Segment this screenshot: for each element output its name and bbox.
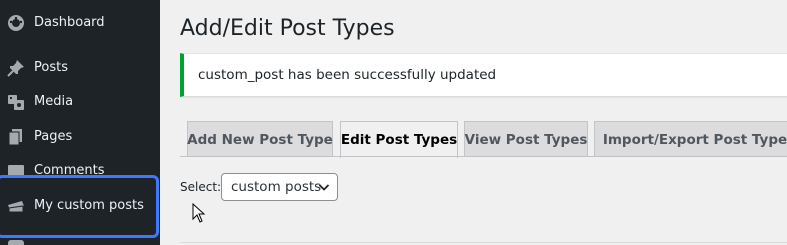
sidebar-item-label: Comments — [34, 163, 105, 178]
notice-message: custom_post has been successfully update… — [198, 67, 497, 83]
main-content: Add/Edit Post Types custom_post has been… — [160, 0, 787, 245]
pages-icon — [7, 128, 25, 146]
custom-posts-icon — [7, 197, 25, 215]
truncated-menu-icon — [8, 240, 24, 245]
tab-edit-post-types[interactable]: Edit Post Types — [340, 121, 458, 158]
select-value: custom posts — [231, 179, 322, 195]
sidebar-item-label: Media — [34, 94, 74, 109]
success-notice: custom_post has been successfully update… — [180, 53, 787, 97]
sidebar-item-posts[interactable]: Posts — [0, 51, 160, 85]
select-label: Select: — [180, 180, 222, 194]
sidebar-item-dashboard[interactable]: Dashboard — [0, 6, 160, 40]
tab-view-post-types[interactable]: View Post Types — [464, 121, 588, 157]
pin-icon — [7, 59, 25, 77]
post-type-select[interactable]: custom posts — [221, 173, 338, 201]
admin-sidebar: Dashboard Posts Media Pages Comments My … — [0, 0, 160, 245]
media-icon — [7, 93, 25, 111]
tab-import-export-post-types[interactable]: Import/Export Post Types — [594, 121, 787, 157]
sidebar-item-label: Pages — [34, 129, 73, 144]
tab-bar: Add New Post Type Edit Post Types View P… — [180, 121, 787, 158]
comments-icon — [7, 162, 25, 180]
sidebar-item-label: Posts — [34, 60, 68, 75]
tab-divider — [180, 156, 787, 157]
sidebar-item-label: Dashboard — [34, 15, 105, 30]
sidebar-item-comments[interactable]: Comments — [0, 154, 160, 188]
page-title: Add/Edit Post Types — [180, 16, 395, 41]
sidebar-item-my-custom-posts[interactable]: My custom posts — [0, 189, 160, 223]
sidebar-item-label: My custom posts — [34, 198, 144, 213]
chevron-down-icon — [318, 181, 330, 193]
sidebar-item-media[interactable]: Media — [0, 85, 160, 119]
tab-add-new-post-type[interactable]: Add New Post Type — [187, 121, 333, 157]
dashboard-icon — [7, 14, 25, 32]
mouse-cursor-icon — [192, 202, 206, 223]
sidebar-item-pages[interactable]: Pages — [0, 120, 160, 154]
